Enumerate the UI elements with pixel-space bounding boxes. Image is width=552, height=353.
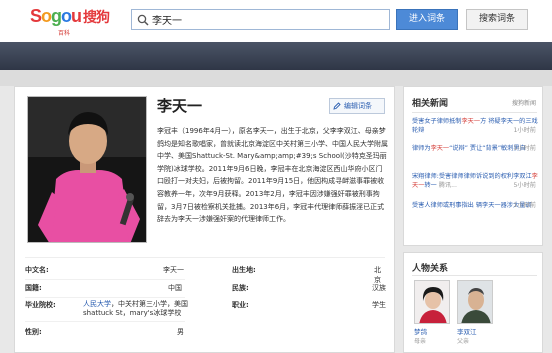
- news-time: 1小时前: [513, 202, 537, 209]
- fact-key: 中文名:: [25, 266, 49, 274]
- entry-title: 李天一: [157, 97, 203, 115]
- fact-value: 学生: [372, 301, 386, 309]
- person-photo[interactable]: [457, 280, 493, 324]
- search-input[interactable]: [152, 12, 382, 27]
- person-role: 母亲: [414, 338, 427, 345]
- enter-entry-button[interactable]: 进入词条: [396, 9, 458, 30]
- news-item[interactable]: 受害女子律师抵制李天一方 将疑李天一的三戏轮辩 1小时前: [412, 118, 540, 135]
- header-band: [0, 42, 552, 70]
- sogou-logo[interactable]: Sogou 搜狗 百科: [30, 6, 120, 37]
- row-rule: [25, 297, 185, 298]
- entry-card: 李天一 编辑词条 李冠丰（1996年4月一），原名李天一，出生于北京，父李李双江…: [14, 86, 395, 353]
- relation-person[interactable]: 李双江 父亲: [457, 280, 493, 345]
- fact-key: 民族:: [232, 284, 249, 292]
- fact-value-link[interactable]: 中国: [168, 283, 182, 293]
- news-item[interactable]: 受害人律师或刑事指出 辆李天一器涉大量调 1小时前: [412, 202, 540, 211]
- divider: [412, 275, 537, 276]
- fact-key: 毕业院校:: [25, 301, 56, 309]
- entry-summary: 李冠丰（1996年4月一），原名李天一，出生于北京，父李李双江、母亲梦鸽均是知名…: [157, 127, 388, 224]
- fact-key: 出生地:: [232, 266, 256, 274]
- portrait-photo: [27, 96, 147, 243]
- fact-value: 男: [177, 328, 184, 336]
- search-icon: [137, 14, 149, 26]
- news-time: 5小时前: [513, 181, 537, 189]
- edit-entry-label: 编辑词条: [344, 102, 372, 110]
- news-item[interactable]: 律师为李天一“说辩” 贾让“背景”敏刺黑自 1小时前: [412, 145, 540, 154]
- news-time: 1小时前: [513, 145, 537, 152]
- header-subband: [0, 70, 552, 86]
- news-item[interactable]: 宋翔律师:受害律师律师诉说到的权利李双江李天一转一 腾讯... 5小时前: [412, 173, 540, 190]
- logo-text: Sogou 搜狗: [30, 6, 110, 26]
- relations-panel: 人物关系 梦鸽 母亲 李双江 父亲: [403, 252, 543, 353]
- related-news-panel: 相关新闻 搜狗新闻 受害女子律师抵制李天一方 将疑李天一的三戏轮辩 1小时前 律…: [403, 86, 543, 246]
- search-entry-button[interactable]: 搜索词条: [466, 9, 528, 30]
- search-box[interactable]: [131, 9, 390, 30]
- person-name[interactable]: 梦鸽: [414, 326, 450, 336]
- top-bar: Sogou搜狗 百科 进入词条 搜索词条: [0, 0, 552, 42]
- fact-key: 性别:: [25, 328, 42, 336]
- relations-title: 人物关系: [412, 264, 449, 274]
- fact-value-link[interactable]: 北京: [374, 265, 387, 285]
- relation-person[interactable]: 梦鸽 母亲: [414, 280, 450, 345]
- logo-sub: 百科: [58, 30, 71, 37]
- row-rule: [25, 279, 185, 280]
- pencil-icon: [333, 102, 341, 110]
- fact-key: 国籍:: [25, 284, 42, 292]
- person-role: 父亲: [457, 338, 470, 345]
- edit-entry-button[interactable]: 编辑词条: [329, 98, 385, 114]
- fact-value: 人民大学，中关村第三小学，美国shattuck St，mary's冰球学校: [83, 300, 188, 317]
- divider: [412, 112, 537, 113]
- person-name[interactable]: 李双江: [457, 326, 493, 336]
- fact-value: 李天一: [163, 266, 184, 274]
- news-title: 相关新闻: [412, 99, 449, 109]
- divider: [25, 257, 385, 258]
- school-link[interactable]: 人民大学: [83, 300, 111, 308]
- portrait-image: [28, 97, 146, 242]
- fact-key: 职业:: [232, 301, 249, 309]
- news-more-link[interactable]: 搜狗新闻: [512, 98, 536, 107]
- person-photo[interactable]: [414, 280, 450, 324]
- fact-value-link[interactable]: 汉族: [372, 283, 386, 293]
- row-rule: [25, 321, 185, 322]
- news-time: 1小时前: [513, 126, 537, 134]
